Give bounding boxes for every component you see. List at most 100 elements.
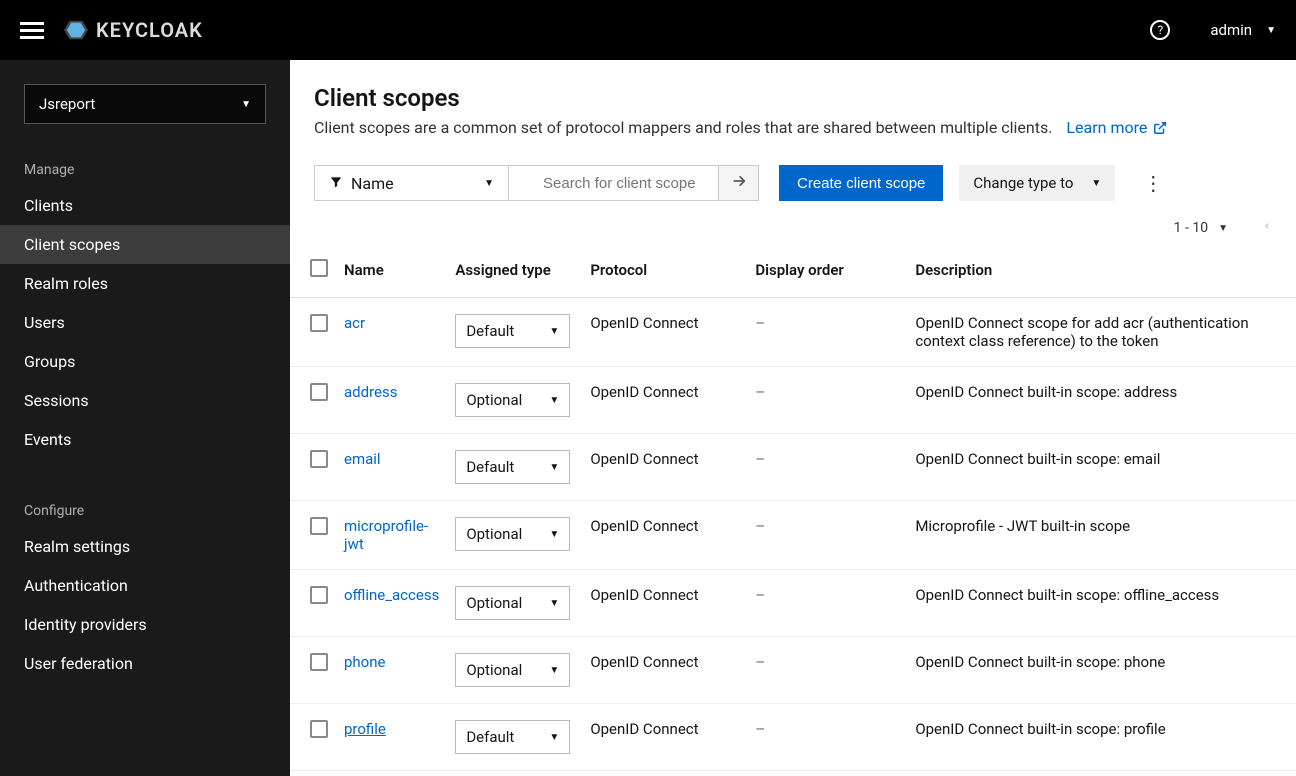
row-checkbox[interactable] bbox=[310, 720, 328, 738]
row-checkbox[interactable] bbox=[310, 314, 328, 332]
row-checkbox[interactable] bbox=[310, 517, 328, 535]
display-order-cell: – bbox=[755, 720, 765, 738]
page-description: Client scopes are a common set of protoc… bbox=[314, 118, 1272, 137]
search-input[interactable] bbox=[509, 165, 719, 201]
toolbar: Name ▼ Create client scope Change type t… bbox=[290, 153, 1296, 213]
chevron-down-icon: ▼ bbox=[549, 665, 559, 676]
filter-attribute-dropdown[interactable]: Name ▼ bbox=[314, 165, 509, 201]
table-row: phone Optional▼ OpenID Connect– OpenID Conn… bbox=[290, 637, 1296, 704]
search-submit-button[interactable] bbox=[719, 165, 759, 201]
display-order-cell: – bbox=[755, 450, 765, 468]
column-header-protocol: Protocol bbox=[582, 243, 747, 298]
description-cell: OpenID Connect built-in scope: address bbox=[907, 367, 1296, 434]
nav-section-label: Manage bbox=[0, 148, 290, 186]
protocol-cell: OpenID Connect bbox=[582, 570, 747, 637]
description-cell: SAML role list bbox=[907, 771, 1296, 776]
chevron-down-icon: ▼ bbox=[1266, 25, 1276, 36]
sidebar-item-events[interactable]: Events bbox=[0, 420, 290, 459]
select-all-checkbox[interactable] bbox=[310, 259, 328, 277]
pagination: 1 - 10 ▼ bbox=[290, 213, 1296, 243]
filter-attribute-label: Name bbox=[351, 174, 394, 193]
table-row: microprofile-jwtOptional▼OpenID Connect–… bbox=[290, 501, 1296, 570]
chevron-down-icon: ▼ bbox=[549, 326, 559, 337]
row-checkbox[interactable] bbox=[310, 383, 328, 401]
chevron-down-icon: ▼ bbox=[549, 732, 559, 743]
sidebar-item-users[interactable]: Users bbox=[0, 303, 290, 342]
assigned-type-select[interactable]: Default▼ bbox=[455, 314, 570, 348]
chevron-down-icon: ▼ bbox=[1091, 178, 1101, 189]
realm-selector-value: Jsreport bbox=[39, 95, 95, 113]
chevron-down-icon[interactable]: ▼ bbox=[1218, 223, 1228, 234]
column-header-description: Description bbox=[907, 243, 1296, 298]
chevron-down-icon: ▼ bbox=[241, 99, 251, 110]
display-order-cell: – bbox=[755, 314, 765, 332]
scope-name-link[interactable]: email bbox=[344, 450, 381, 468]
assigned-type-select[interactable]: Default▼ bbox=[455, 720, 570, 754]
table-row: address Optional▼ OpenID Connect– OpenID Co… bbox=[290, 367, 1296, 434]
learn-more-link[interactable]: Learn more bbox=[1066, 118, 1167, 137]
scope-name-link[interactable]: microprofile-jwt bbox=[344, 517, 428, 553]
column-header-name: Name bbox=[336, 243, 447, 298]
scope-name-link[interactable]: profile bbox=[344, 720, 386, 738]
description-cell: OpenID Connect scope for add acr (authen… bbox=[907, 298, 1296, 367]
scope-name-link[interactable]: offline_access bbox=[344, 586, 439, 604]
sidebar-item-groups[interactable]: Groups bbox=[0, 342, 290, 381]
arrow-right-icon bbox=[731, 173, 747, 193]
sidebar-item-realm-settings[interactable]: Realm settings bbox=[0, 527, 290, 566]
column-header-display-order: Display order bbox=[747, 243, 907, 298]
display-order-cell: – bbox=[755, 383, 765, 401]
chevron-down-icon: ▼ bbox=[549, 529, 559, 540]
scope-name-link[interactable]: phone bbox=[344, 653, 385, 671]
assigned-type-select[interactable]: Optional▼ bbox=[455, 586, 570, 620]
chevron-down-icon: ▼ bbox=[549, 395, 559, 406]
create-client-scope-button[interactable]: Create client scope bbox=[779, 165, 943, 201]
sidebar-item-clients[interactable]: Clients bbox=[0, 186, 290, 225]
realm-selector[interactable]: Jsreport ▼ bbox=[24, 84, 266, 124]
brand-logo[interactable]: KEYCLOAK bbox=[64, 18, 203, 42]
protocol-cell: OpenID Connect bbox=[582, 637, 747, 704]
description-cell: Microprofile - JWT built-in scope bbox=[907, 501, 1296, 570]
table-row: role_listDefault▼SAML–SAML role list bbox=[290, 771, 1296, 776]
client-scopes-table: Name Assigned type Protocol Display orde… bbox=[290, 243, 1296, 776]
protocol-cell: OpenID Connect bbox=[582, 501, 747, 570]
sidebar-item-sessions[interactable]: Sessions bbox=[0, 381, 290, 420]
user-menu[interactable]: admin ▼ bbox=[1210, 21, 1276, 39]
help-icon[interactable]: ? bbox=[1150, 20, 1170, 40]
row-checkbox[interactable] bbox=[310, 653, 328, 671]
chevron-down-icon: ▼ bbox=[484, 178, 494, 189]
protocol-cell: SAML bbox=[582, 771, 747, 776]
protocol-cell: OpenID Connect bbox=[582, 367, 747, 434]
page-title: Client scopes bbox=[314, 84, 1272, 112]
row-checkbox[interactable] bbox=[310, 450, 328, 468]
brand-name: KEYCLOAK bbox=[96, 18, 203, 42]
description-cell: OpenID Connect built-in scope: phone bbox=[907, 637, 1296, 704]
display-order-cell: – bbox=[755, 653, 765, 671]
assigned-type-select[interactable]: Optional▼ bbox=[455, 653, 570, 687]
column-header-assigned-type: Assigned type bbox=[447, 243, 582, 298]
sidebar-item-client-scopes[interactable]: Client scopes bbox=[0, 225, 290, 264]
table-row: profileDefault▼OpenID Connect–OpenID Con… bbox=[290, 704, 1296, 771]
description-cell: OpenID Connect built-in scope: profile bbox=[907, 704, 1296, 771]
sidebar-item-realm-roles[interactable]: Realm roles bbox=[0, 264, 290, 303]
assigned-type-select[interactable]: Optional▼ bbox=[455, 383, 570, 417]
protocol-cell: OpenID Connect bbox=[582, 298, 747, 367]
description-cell: OpenID Connect built-in scope: offline_a… bbox=[907, 570, 1296, 637]
logo-icon bbox=[64, 18, 88, 42]
sidebar-item-authentication[interactable]: Authentication bbox=[0, 566, 290, 605]
assigned-type-select[interactable]: Default▼ bbox=[455, 450, 570, 484]
header: KEYCLOAK ? admin ▼ bbox=[0, 0, 1296, 60]
assigned-type-select[interactable]: Optional▼ bbox=[455, 517, 570, 551]
kebab-menu[interactable]: ⋮ bbox=[1135, 171, 1171, 195]
sidebar-item-identity-providers[interactable]: Identity providers bbox=[0, 605, 290, 644]
row-checkbox[interactable] bbox=[310, 586, 328, 604]
scope-name-link[interactable]: acr bbox=[344, 314, 365, 332]
scope-name-link[interactable]: address bbox=[344, 383, 397, 401]
prev-page-button[interactable] bbox=[1262, 219, 1272, 237]
nav-section-label: Configure bbox=[0, 489, 290, 527]
chevron-down-icon: ▼ bbox=[549, 598, 559, 609]
menu-toggle-button[interactable] bbox=[20, 18, 44, 42]
change-type-dropdown[interactable]: Change type to ▼ bbox=[959, 165, 1115, 201]
display-order-cell: – bbox=[755, 586, 765, 604]
table-row: emailDefault▼OpenID Connect–OpenID Conne… bbox=[290, 434, 1296, 501]
sidebar-item-user-federation[interactable]: User federation bbox=[0, 644, 290, 683]
